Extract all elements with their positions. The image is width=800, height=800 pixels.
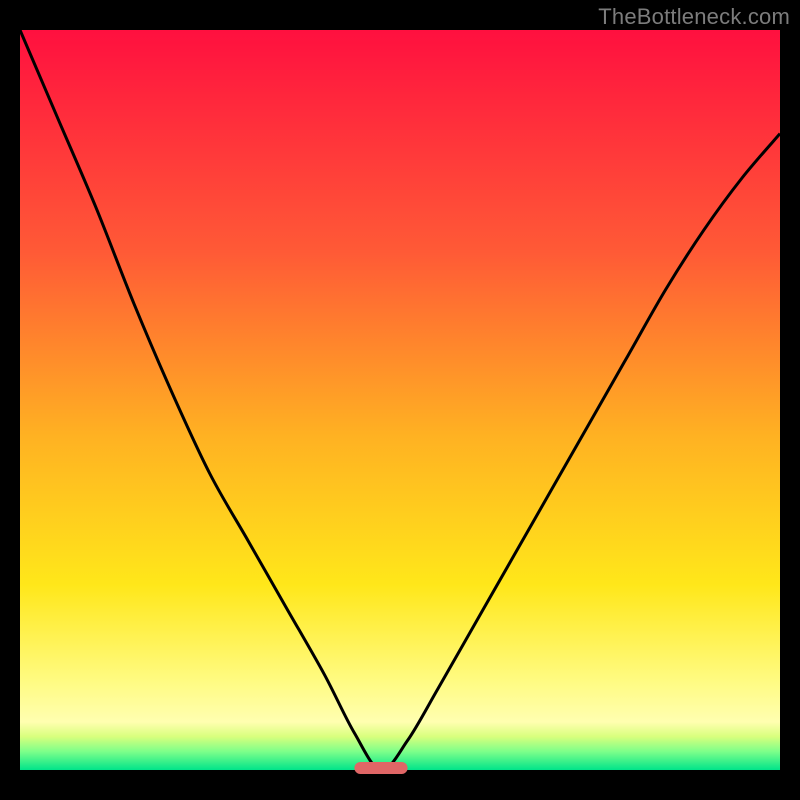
bottleneck-chart-svg [0, 0, 800, 800]
attribution-label: TheBottleneck.com [598, 4, 790, 30]
optimum-marker [354, 762, 407, 774]
chart-background-gradient [20, 30, 780, 770]
chart-stage: TheBottleneck.com [0, 0, 800, 800]
